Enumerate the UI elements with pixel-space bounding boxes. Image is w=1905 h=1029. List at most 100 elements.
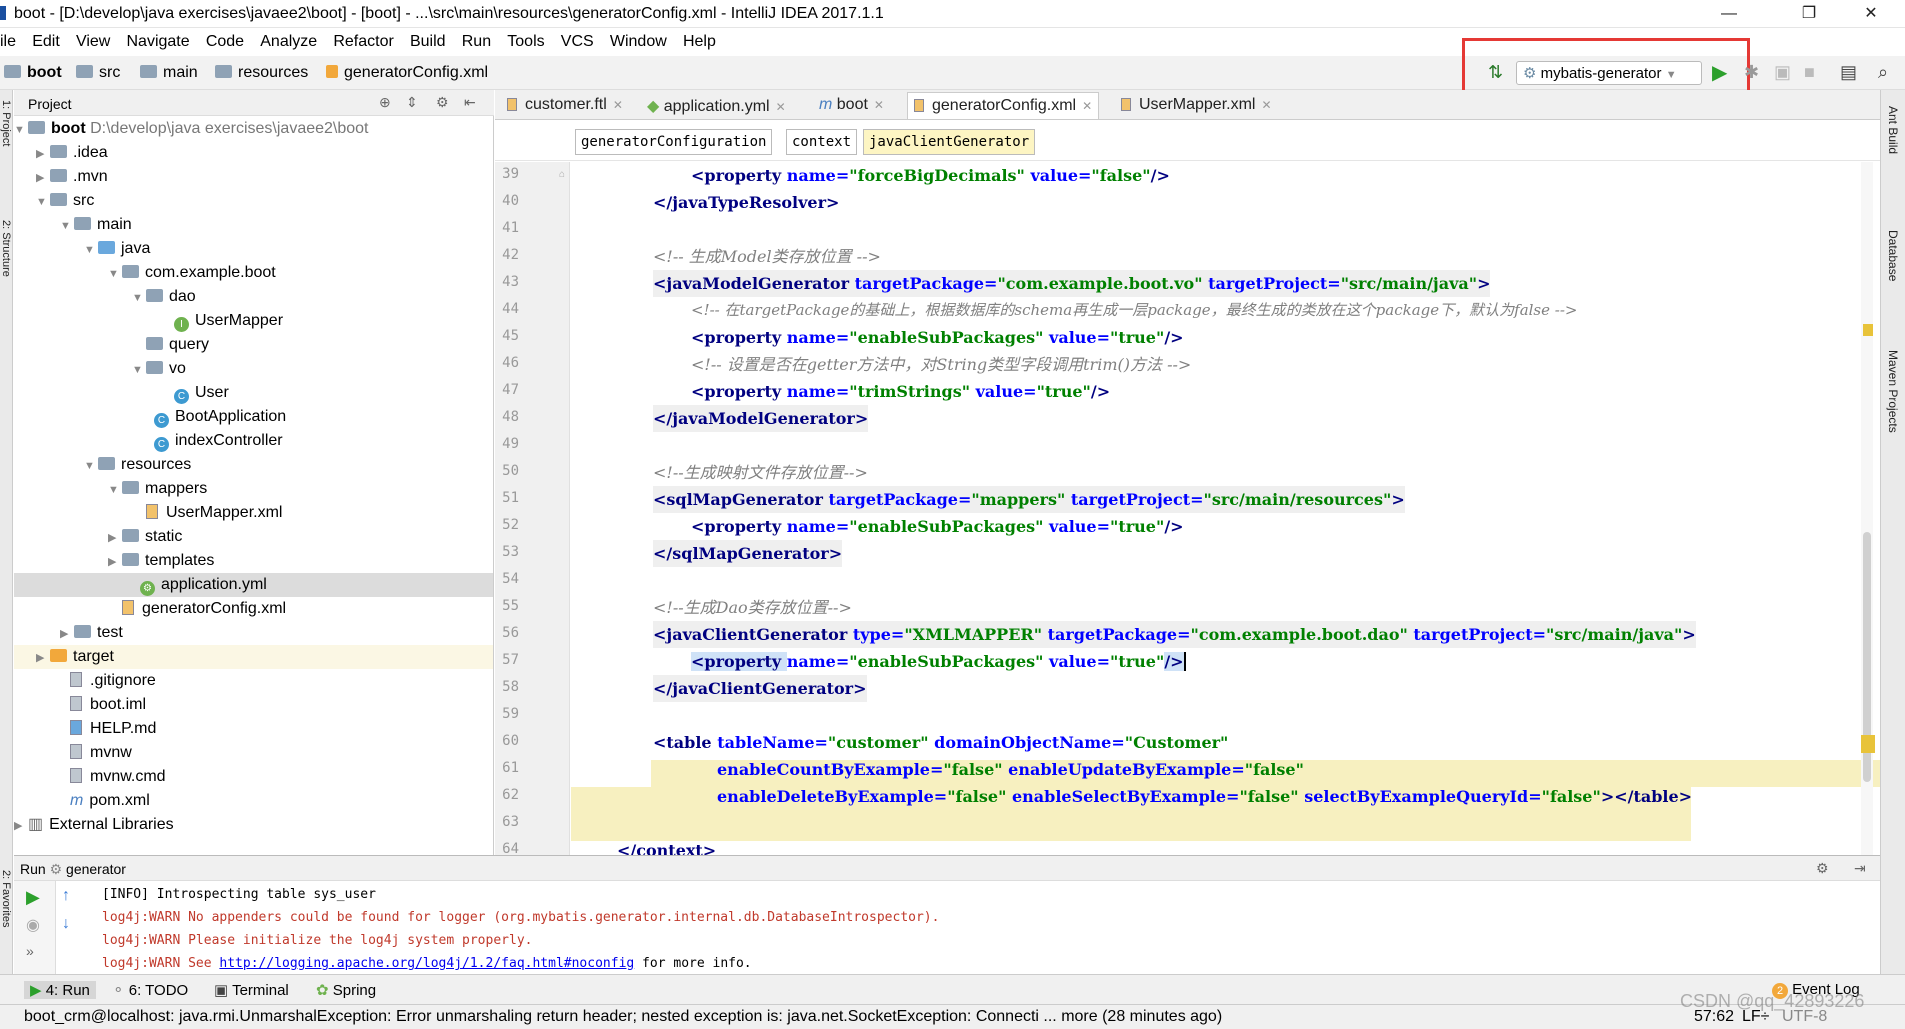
close-icon[interactable]: ✕ — [776, 100, 786, 114]
menu-refactor[interactable]: Refactor — [327, 29, 399, 51]
up-icon[interactable]: ↑ — [62, 887, 70, 905]
down-icon[interactable]: ↓ — [62, 915, 70, 933]
nav-crumb-src[interactable]: src — [76, 64, 120, 82]
run-icon[interactable]: ▶ — [1712, 60, 1727, 85]
locate-icon[interactable]: ⊕ — [379, 94, 391, 111]
tree-item-mvn[interactable]: ▶ .mvn — [36, 165, 108, 189]
menu-run[interactable]: Run — [456, 29, 497, 51]
project-panel: Project ⊕ ⇕ ⚙ ⇤ ▼ boot D:\develop\java ex… — [14, 90, 494, 855]
menu-analyze[interactable]: Analyze — [254, 29, 323, 51]
rerun-icon[interactable]: ▶ — [26, 887, 40, 908]
nav-crumb-file[interactable]: generatorConfig.xml — [326, 64, 488, 82]
pin-icon[interactable]: ◉ — [26, 915, 40, 935]
tab-customer-ftl[interactable]: customer.ftl ✕ — [501, 92, 629, 119]
menu-vcs[interactable]: VCS — [555, 29, 600, 51]
tree-item-mvnw-cmd[interactable]: mvnw.cmd — [70, 765, 166, 789]
tree-item-indexcontroller[interactable]: CindexController — [154, 429, 283, 453]
tree-item-boot[interactable]: ▼ boot D:\develop\java exercises\javaee2\… — [14, 117, 369, 141]
tool-ant-build[interactable]: Ant Build — [1886, 106, 1900, 154]
nav-crumb-boot[interactable]: boot — [4, 64, 62, 82]
debug-icon[interactable]: ✱ — [1744, 62, 1759, 83]
collapse-icon[interactable]: ⇕ — [406, 94, 418, 111]
xml-crumb-generatorconfiguration[interactable]: generatorConfiguration — [575, 129, 773, 155]
tool-terminal[interactable]: ▣ Terminal — [214, 981, 289, 999]
project-view-label[interactable]: Project — [28, 96, 72, 112]
settings-icon[interactable]: ⚙ — [436, 94, 449, 111]
menu-tools[interactable]: Tools — [501, 29, 550, 51]
menu-code[interactable]: Code — [200, 29, 250, 51]
tree-item-usermapper-xml[interactable]: UserMapper.xml — [146, 501, 282, 525]
tree-item-src[interactable]: ▼ src — [36, 189, 94, 213]
tree-item-mappers[interactable]: ▼ mappers — [108, 477, 207, 501]
tree-item-target[interactable]: ▶ target — [14, 645, 493, 669]
tree-item-external-libraries[interactable]: ▶ ▥ External Libraries — [14, 813, 174, 837]
stop-icon[interactable]: ■ — [1804, 62, 1815, 83]
tab-application-yml[interactable]: ◆ application.yml ✕ — [641, 92, 792, 119]
close-icon[interactable]: ✕ — [1261, 98, 1271, 112]
run-toolbar: ▶ ◉ » ↑ ↓ — [14, 881, 70, 974]
coverage-icon[interactable]: ▣ — [1774, 62, 1791, 83]
xml-crumb-context[interactable]: context — [786, 129, 858, 155]
run-config-dropdown[interactable]: ⚙ mybatis-generator ▼ — [1516, 61, 1702, 85]
menu-window[interactable]: Window — [604, 29, 673, 51]
search-icon[interactable]: ⌕ — [1878, 62, 1888, 83]
tree-item-test[interactable]: ▶ test — [60, 621, 123, 645]
menu-build[interactable]: Build — [404, 29, 452, 51]
menu-view[interactable]: View — [70, 29, 116, 51]
tool-project[interactable]: 1: Project — [0, 100, 12, 146]
tree-item-resources[interactable]: ▼ resources — [84, 453, 191, 477]
tree-item-user[interactable]: C User — [174, 381, 229, 405]
tool-structure[interactable]: 2: Structure — [0, 220, 12, 277]
tool-database[interactable]: Database — [1886, 230, 1900, 281]
console-line: log4j:WARN No appenders could be found f… — [102, 910, 940, 925]
tool-run[interactable]: ▶ 4: Run — [24, 981, 96, 999]
more-icon[interactable]: » — [26, 943, 34, 959]
tool-favorites[interactable]: 2: Favorites — [0, 870, 12, 927]
tree-item-java[interactable]: ▼ java — [84, 237, 150, 261]
tree-item-static[interactable]: ▶ static — [108, 525, 182, 549]
nav-crumb-resources[interactable]: resources — [215, 64, 308, 82]
settings-icon[interactable]: ⚙ — [1816, 860, 1829, 877]
hide-icon[interactable]: ⇤ — [464, 94, 476, 111]
xml-crumb-javaclientgenerator[interactable]: javaClientGenerator — [863, 129, 1036, 155]
tab-generatorconfig-xml[interactable]: generatorConfig.xml ✕ — [907, 92, 1100, 119]
menu-edit[interactable]: Edit — [26, 29, 66, 51]
close-icon[interactable]: ✕ — [613, 98, 623, 112]
tree-item-generatorconfig[interactable]: generatorConfig.xml — [122, 597, 286, 621]
tree-item-dao[interactable]: ▼ dao — [132, 285, 196, 309]
tree-item-bootapplication[interactable]: C BootApplication — [154, 405, 286, 429]
close-icon[interactable]: ✕ — [1082, 99, 1092, 113]
tree-item-package[interactable]: ▼ com.example.boot — [108, 261, 276, 285]
tree-item-vo[interactable]: ▼ vo — [132, 357, 186, 381]
close-icon[interactable]: ✕ — [1848, 2, 1894, 26]
hide-icon[interactable]: ⇥ — [1854, 860, 1866, 877]
project-structure-icon[interactable]: ▤ — [1840, 62, 1857, 83]
console-link[interactable]: http://logging.apache.org/log4j/1.2/faq.… — [219, 956, 634, 971]
tree-item-help-md[interactable]: HELP.md — [70, 717, 156, 741]
tree-item-templates[interactable]: ▶ templates — [108, 549, 214, 573]
tab-boot[interactable]: m boot ✕ — [813, 92, 890, 119]
fold-icon[interactable]: ⌂ — [559, 169, 565, 180]
tree-item-query[interactable]: query — [146, 333, 209, 357]
menu-help[interactable]: Help — [677, 29, 722, 51]
code-editor[interactable]: <property name="forceBigDecimals" value=… — [571, 162, 1880, 855]
tree-item-gitignore[interactable]: .gitignore — [70, 669, 156, 693]
tree-item-application-yml[interactable]: ⚙ application.yml — [14, 573, 493, 597]
menu-file[interactable]: ile — [0, 29, 22, 51]
tree-item-pom-xml[interactable]: m pom.xml — [70, 789, 150, 813]
tree-item-usermapper[interactable]: I UserMapper — [174, 309, 283, 333]
tool-spring[interactable]: ✿ Spring — [316, 981, 376, 999]
tool-todo[interactable]: ⚬ 6: TODO — [112, 981, 188, 999]
tool-maven[interactable]: Maven Projects — [1886, 350, 1900, 433]
tree-item-main[interactable]: ▼ main — [60, 213, 132, 237]
restore-icon[interactable]: ❐ — [1786, 2, 1832, 26]
build-icon[interactable]: ⇅ — [1488, 62, 1503, 83]
nav-crumb-main[interactable]: main — [140, 64, 198, 82]
tree-item-idea[interactable]: ▶ .idea — [36, 141, 108, 165]
minimize-icon[interactable]: — — [1706, 2, 1752, 26]
menu-navigate[interactable]: Navigate — [121, 29, 196, 51]
tab-usermapper-xml[interactable]: UserMapper.xml ✕ — [1115, 92, 1278, 119]
close-icon[interactable]: ✕ — [874, 98, 884, 112]
tree-item-boot-iml[interactable]: boot.iml — [70, 693, 146, 717]
tree-item-mvnw[interactable]: mvnw — [70, 741, 132, 765]
